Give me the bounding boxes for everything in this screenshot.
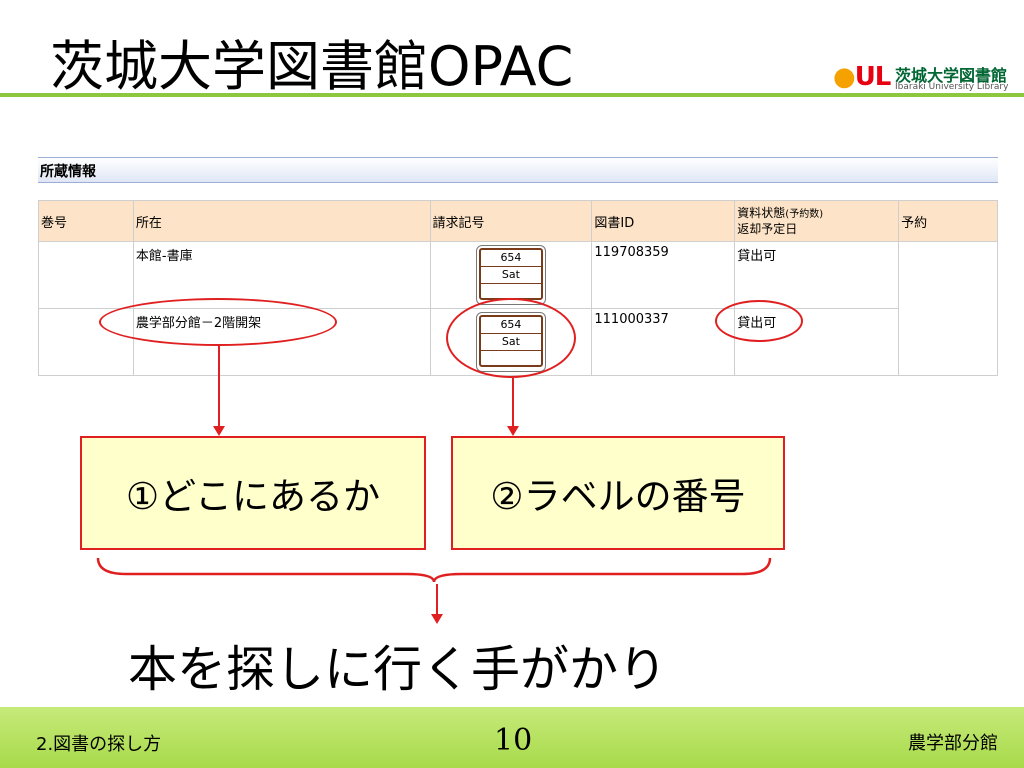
cell-book-id: 111000337: [591, 308, 736, 376]
cell-book-id: 119708359: [591, 241, 736, 309]
title-rule: [0, 93, 1024, 97]
spine-label-line1: 654: [480, 250, 541, 267]
col-status-label: 資料状態: [737, 206, 786, 220]
holdings-section-header: 所蔵情報: [38, 157, 998, 183]
footer-branch: 農学部分館: [908, 733, 998, 754]
conclusion-text: 本を探しに行く手がかり: [128, 641, 668, 698]
grouping-brace: [96, 557, 772, 583]
logo-name-en: Ibaraki University Library: [895, 82, 1009, 92]
cell-status: 貸出可: [734, 241, 900, 309]
col-reserve: 予約: [898, 200, 998, 242]
arrow-head: [431, 614, 443, 624]
col-due-date: 返却予定日: [737, 222, 798, 236]
col-book-id: 図書ID: [591, 200, 736, 242]
logo: ●UL 茨城大学図書館 Ibaraki University Library: [833, 60, 1008, 96]
spine-label-line2: Sat: [480, 267, 541, 284]
callout-where: ①どこにあるか: [80, 436, 426, 550]
location-highlight-ellipse: [99, 298, 337, 346]
label-highlight-ellipse: [446, 298, 576, 378]
spine-label-line3: [481, 284, 541, 298]
cell-reserve: [898, 241, 998, 376]
cell-volume: [38, 241, 134, 309]
status-highlight-ellipse: [715, 300, 803, 342]
col-status: 資料状態(予約数) 返却予定日: [734, 200, 900, 242]
arrow-line: [512, 378, 514, 426]
arrow-head: [213, 426, 225, 436]
col-location: 所在: [132, 200, 431, 242]
callout-label-number: ②ラベルの番号: [451, 436, 785, 550]
arrow-line: [436, 584, 438, 614]
footer-section: 2.図書の探し方: [36, 734, 162, 755]
holdings-section-title: 所蔵情報: [40, 164, 96, 180]
spine-label[interactable]: 654 Sat: [475, 245, 546, 305]
slide-title: 茨城大学図書館OPAC: [50, 35, 574, 98]
col-status-sub: (予約数): [785, 209, 824, 220]
arrow-line: [218, 346, 220, 426]
holdings-header-row: 巻号 所在 請求記号 図書ID 資料状態(予約数) 返却予定日 予約: [38, 200, 998, 242]
arrow-head: [507, 426, 519, 436]
col-call-number: 請求記号: [429, 200, 593, 242]
footer-bar: 2.図書の探し方 10 農学部分館: [0, 707, 1024, 768]
logo-mark: ●UL: [833, 62, 891, 92]
page-number: 10: [494, 723, 533, 758]
col-volume: 巻号: [38, 200, 134, 242]
